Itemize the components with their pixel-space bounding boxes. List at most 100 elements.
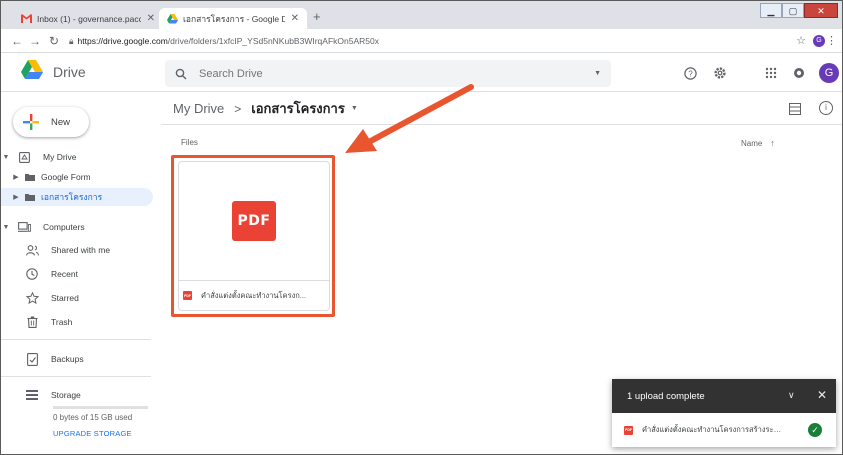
storage-used-text: 0 bytes of 15 GB used bbox=[53, 413, 133, 422]
list-view-icon[interactable] bbox=[789, 103, 801, 115]
reload-icon[interactable]: ↻ bbox=[49, 34, 59, 48]
info-icon[interactable]: i bbox=[819, 101, 833, 115]
main-header-divider bbox=[161, 124, 842, 125]
upload-panel-header: 1 upload complete ∨ ✕ bbox=[612, 379, 836, 413]
backups-icon bbox=[25, 352, 39, 366]
address-bar: ← → ↻ 🔒︎ https://drive.google.com/drive/f… bbox=[1, 29, 842, 53]
screenshot-frame: Inbox (1) - governance.pacc@gm ✕ เอกสารโ… bbox=[0, 0, 843, 455]
sidebar-item-label: Google Form bbox=[41, 172, 91, 182]
search-options-icon[interactable]: ▼ bbox=[594, 70, 601, 77]
expand-caret-icon[interactable]: ▶ bbox=[11, 173, 21, 181]
breadcrumb-current-folder[interactable]: เอกสารโครงการ bbox=[251, 98, 345, 119]
new-button-label: New bbox=[51, 116, 71, 128]
browser-tab-gmail[interactable]: Inbox (1) - governance.pacc@gm ✕ bbox=[13, 8, 163, 29]
gmail-icon bbox=[21, 13, 32, 24]
settings-gear-icon[interactable] bbox=[713, 66, 727, 80]
sidebar: New ▼ My Drive ▶ Google Form ▶ เอกสารโคร… bbox=[1, 93, 159, 454]
recent-clock-icon bbox=[25, 267, 39, 281]
computers-icon bbox=[17, 220, 31, 234]
lock-icon: 🔒︎ bbox=[69, 36, 74, 46]
sidebar-item-trash[interactable]: Trash bbox=[1, 313, 153, 331]
sidebar-item-storage[interactable]: Storage bbox=[1, 386, 153, 404]
browser-profile-avatar[interactable]: G bbox=[813, 35, 825, 47]
trash-icon bbox=[25, 315, 39, 329]
folder-icon bbox=[25, 173, 35, 181]
sort-label: Name bbox=[741, 139, 763, 148]
files-section-heading: Files bbox=[181, 138, 198, 147]
upload-status-panel: 1 upload complete ∨ ✕ PDF คำสั่งแต่งตั้ง… bbox=[612, 379, 836, 447]
sidebar-divider bbox=[1, 339, 151, 340]
my-drive-icon bbox=[17, 150, 31, 164]
sidebar-item-starred[interactable]: Starred bbox=[1, 289, 153, 307]
tab-title: Inbox (1) - governance.pacc@gm bbox=[37, 13, 141, 24]
bookmark-star-icon[interactable]: ☆ bbox=[796, 34, 806, 47]
search-input[interactable] bbox=[199, 67, 595, 80]
sort-direction-arrow-icon[interactable]: ↑ bbox=[770, 138, 775, 148]
sidebar-item-shared-with-me[interactable]: Shared with me bbox=[1, 241, 153, 259]
maximize-icon[interactable]: ▢ bbox=[782, 3, 804, 18]
notifications-icon[interactable] bbox=[792, 66, 806, 80]
sidebar-item-label: Trash bbox=[51, 317, 73, 327]
sidebar-divider bbox=[1, 376, 151, 377]
back-icon[interactable]: ← bbox=[11, 34, 23, 48]
expand-caret-icon[interactable]: ▶ bbox=[11, 193, 21, 201]
sidebar-item-label: Backups bbox=[51, 354, 84, 364]
plus-icon bbox=[23, 114, 39, 130]
help-icon[interactable]: ? bbox=[683, 66, 697, 80]
sidebar-item-computers[interactable]: ▼ Computers bbox=[1, 218, 153, 236]
window-close-icon[interactable]: ✕ bbox=[804, 3, 838, 18]
svg-text:?: ? bbox=[688, 69, 693, 78]
minimize-icon[interactable]: ▁ bbox=[760, 3, 782, 18]
breadcrumb-my-drive[interactable]: My Drive bbox=[173, 101, 224, 116]
annotation-arrow-icon bbox=[345, 84, 474, 153]
upgrade-storage-link[interactable]: UPGRADE STORAGE bbox=[53, 429, 132, 438]
sidebar-item-project-docs[interactable]: ▶ เอกสารโครงการ bbox=[1, 188, 153, 206]
apps-grid-icon[interactable] bbox=[764, 66, 778, 80]
sidebar-item-label: My Drive bbox=[43, 152, 77, 162]
close-panel-icon[interactable]: ✕ bbox=[817, 388, 827, 402]
drive-favicon-icon bbox=[167, 13, 178, 24]
sort-by-name[interactable]: Name ↑ bbox=[741, 138, 775, 148]
breadcrumb: My Drive > เอกสารโครงการ ▼ bbox=[173, 98, 358, 119]
browser-tab-drive[interactable]: เอกสารโครงการ - Google Drive ✕ bbox=[159, 8, 307, 29]
close-tab-icon[interactable]: ✕ bbox=[291, 13, 299, 24]
tab-title: เอกสารโครงการ - Google Drive bbox=[183, 13, 285, 24]
sidebar-item-label: Storage bbox=[51, 390, 81, 400]
close-tab-icon[interactable]: ✕ bbox=[147, 13, 155, 24]
breadcrumb-separator: > bbox=[234, 101, 242, 116]
sidebar-item-recent[interactable]: Recent bbox=[1, 265, 153, 283]
window-controls: ▁ ▢ ✕ bbox=[760, 3, 838, 18]
account-avatar[interactable]: G bbox=[819, 63, 839, 83]
upload-panel-title: 1 upload complete bbox=[627, 390, 705, 402]
shared-people-icon bbox=[25, 243, 39, 257]
search-icon bbox=[175, 68, 187, 79]
browser-menu-icon[interactable]: ⋮ bbox=[826, 34, 837, 47]
browser-tab-bar: Inbox (1) - governance.pacc@gm ✕ เอกสารโ… bbox=[1, 1, 842, 29]
folder-icon bbox=[25, 193, 35, 201]
sidebar-item-google-form[interactable]: ▶ Google Form bbox=[1, 168, 153, 186]
storage-usage-bar bbox=[53, 406, 148, 409]
forward-icon[interactable]: → bbox=[29, 34, 41, 48]
collapse-chevron-icon[interactable]: ∨ bbox=[788, 390, 795, 401]
sidebar-item-label: Shared with me bbox=[51, 245, 111, 255]
drive-logo-icon[interactable] bbox=[21, 60, 43, 80]
sidebar-item-backups[interactable]: Backups bbox=[1, 350, 153, 368]
star-icon bbox=[25, 291, 39, 305]
new-button[interactable]: New bbox=[13, 107, 89, 137]
upload-file-name: คำสั่งแต่งตั้งคณะทำงานโครงการสร้างระบบเ.… bbox=[642, 425, 784, 434]
url-host: https://drive.google.com bbox=[77, 36, 168, 46]
sidebar-item-label: Starred bbox=[51, 293, 79, 303]
highlight-box bbox=[171, 155, 335, 317]
sidebar-item-label: เอกสารโครงการ bbox=[41, 192, 103, 202]
new-tab-icon[interactable]: + bbox=[313, 9, 321, 24]
storage-icon bbox=[25, 388, 39, 402]
expand-caret-icon[interactable]: ▼ bbox=[1, 154, 11, 161]
upload-file-row[interactable]: PDF คำสั่งแต่งตั้งคณะทำงานโครงการสร้างระ… bbox=[612, 413, 836, 447]
upload-complete-check-icon: ✓ bbox=[808, 423, 822, 437]
drive-brand[interactable]: Drive bbox=[53, 64, 86, 80]
sidebar-item-my-drive[interactable]: ▼ My Drive bbox=[1, 148, 153, 166]
url-path: /drive/folders/1xfcIP_YSd5nNKubB3WIrqAFk… bbox=[167, 36, 379, 46]
sidebar-item-label: Recent bbox=[51, 269, 78, 279]
expand-caret-icon[interactable]: ▼ bbox=[1, 224, 11, 231]
url-field[interactable]: 🔒︎ https://drive.google.com/drive/folders… bbox=[69, 32, 779, 50]
